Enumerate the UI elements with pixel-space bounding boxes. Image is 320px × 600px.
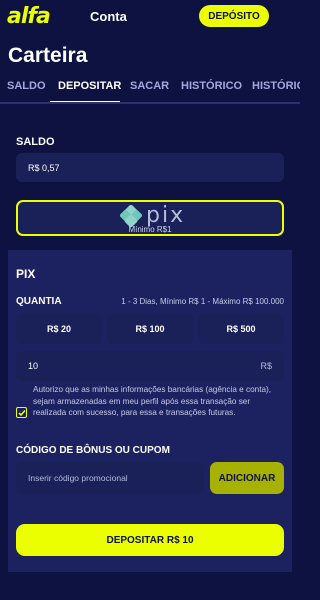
tab-historico[interactable]: HISTÓRICO bbox=[181, 80, 242, 92]
preset-amount-20[interactable]: R$ 20 bbox=[16, 314, 102, 344]
tab-depositar[interactable]: DEPOSITAR bbox=[58, 80, 121, 92]
balance-label: SALDO bbox=[16, 136, 55, 148]
consent-text: Autorizo que as minhas informações bancá… bbox=[33, 385, 272, 418]
pix-icon bbox=[120, 205, 142, 227]
balance-value: R$ 0,57 bbox=[28, 162, 60, 173]
deposit-submit-button[interactable]: DEPOSITAR R$ 10 bbox=[16, 524, 284, 556]
preset-amount-500[interactable]: R$ 500 bbox=[198, 314, 284, 344]
balance-field: R$ 0,57 bbox=[16, 153, 284, 182]
bonus-code-input[interactable] bbox=[16, 462, 204, 494]
check-icon bbox=[17, 409, 26, 416]
deposit-header-button[interactable]: DEPÓSITO bbox=[199, 5, 269, 27]
pix-minimum-text: Mínimo R$1 bbox=[128, 225, 172, 234]
amount-input-value: 10 bbox=[28, 361, 39, 371]
consent-checkbox[interactable] bbox=[16, 407, 27, 418]
tab-sacar[interactable]: SACAR bbox=[130, 80, 169, 92]
pix-payment-option[interactable]: pix Mínimo R$1 bbox=[16, 200, 284, 236]
wallet-tabs: SALDO DEPOSITAR SACAR HISTÓRICO HISTÓRIC… bbox=[0, 76, 300, 104]
top-bar: alfa Conta DEPÓSITO bbox=[0, 0, 300, 34]
currency-suffix: R$ bbox=[260, 361, 272, 371]
page-title: Carteira bbox=[8, 44, 88, 67]
amount-label: QUANTIA bbox=[16, 296, 62, 307]
add-bonus-button[interactable]: ADICIONAR bbox=[210, 462, 284, 494]
tab-historico-2[interactable]: HISTÓRICO bbox=[252, 80, 300, 92]
section-label-conta: Conta bbox=[90, 9, 127, 24]
amount-input[interactable]: 10 R$ bbox=[16, 351, 284, 381]
bonus-code-label: CÓDIGO DE BÔNUS OU CUPOM bbox=[16, 445, 170, 456]
preset-amount-100[interactable]: R$ 100 bbox=[107, 314, 193, 344]
active-tab-indicator bbox=[50, 101, 120, 102]
pix-section-title: PIX bbox=[16, 267, 36, 281]
tab-saldo[interactable]: SALDO bbox=[7, 80, 46, 92]
alfa-logo[interactable]: alfa bbox=[7, 4, 51, 29]
amount-info: 1 - 3 Dias, Mínimo R$ 1 - Máximo R$ 100.… bbox=[121, 297, 284, 306]
